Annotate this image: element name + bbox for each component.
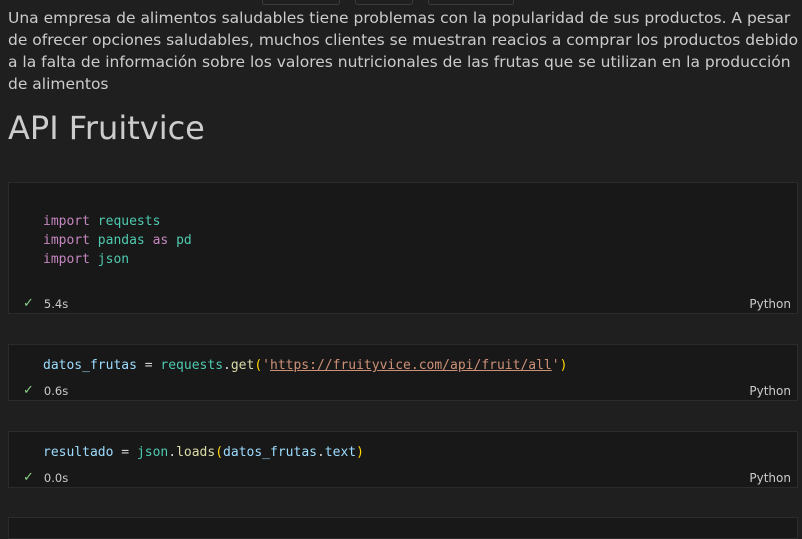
language-selector[interactable]: Python	[749, 297, 791, 311]
toolbar-stub-3	[428, 0, 514, 5]
markdown-paragraph: Una empresa de alimentos saludables tien…	[8, 9, 799, 93]
toolbar-stub-1	[262, 0, 340, 5]
code-cell-4[interactable]	[8, 517, 798, 539]
code-line-2: import pandas as pd	[43, 233, 192, 248]
code-cell-1[interactable]: import requests import pandas as pd impo…	[8, 182, 798, 314]
code-editor-1[interactable]: import requests import pandas as pd impo…	[43, 193, 192, 269]
check-icon: ✓	[23, 470, 34, 485]
code-cell-3[interactable]: resultado = json.loads(datos_frutas.text…	[8, 431, 798, 488]
cell-status-3: ✓ 0.0s	[23, 470, 68, 485]
execution-time: 0.6s	[43, 383, 69, 398]
url-link[interactable]: https://fruityvice.com/api/fruit/all	[270, 358, 552, 373]
toolbar-stub-2	[355, 0, 413, 5]
cell-status-2: ✓ 0.6s	[23, 383, 68, 398]
language-selector[interactable]: Python	[749, 384, 791, 398]
language-selector[interactable]: Python	[749, 471, 791, 485]
code-cell-2[interactable]: datos_frutas = requests.get('https://fru…	[8, 344, 798, 401]
cell-status-1: ✓ 5.4s	[23, 296, 68, 311]
code-editor-3[interactable]: resultado = json.loads(datos_frutas.text…	[43, 443, 364, 462]
check-icon: ✓	[23, 383, 34, 398]
code-editor-2[interactable]: datos_frutas = requests.get('https://fru…	[43, 356, 567, 375]
check-icon: ✓	[23, 296, 34, 311]
code-line-1: import requests	[43, 214, 161, 229]
code-line-3: import json	[43, 252, 130, 267]
execution-time: 0.0s	[43, 470, 69, 485]
execution-time: 5.4s	[43, 296, 69, 311]
markdown-heading: API Fruitvice	[8, 109, 205, 147]
